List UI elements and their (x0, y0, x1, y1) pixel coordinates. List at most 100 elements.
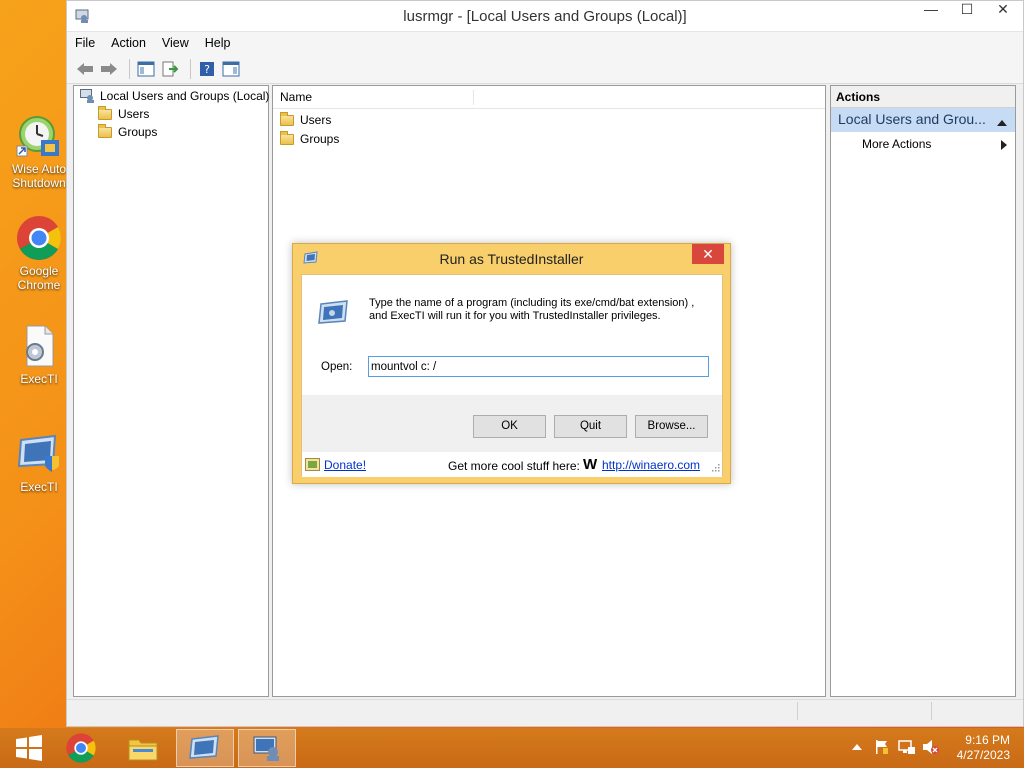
desktop-icon-label: Wise Auto (11, 162, 67, 176)
computer-management-icon (80, 89, 95, 103)
column-divider[interactable] (473, 90, 474, 105)
dialog-title: Run as TrustedInstaller (439, 251, 584, 267)
taskbar-lusrmgr-button[interactable] (238, 729, 296, 767)
donate-link[interactable]: Donate! (324, 458, 366, 472)
run-as-trustedinstaller-dialog: Run as TrustedInstaller ✕ Type the name … (292, 243, 731, 484)
dialog-description: Type the name of a program (including it… (369, 297, 709, 323)
dialog-body: Type the name of a program (including it… (301, 274, 723, 477)
dialog-button-area: OK Quit Browse... (302, 395, 722, 452)
volume-muted-icon[interactable] (922, 739, 940, 758)
chrome-icon (15, 214, 63, 262)
clock-time: 9:16 PM (965, 733, 1010, 747)
execti-run-icon (318, 299, 350, 330)
taskbar: 9:16 PM 4/27/2023 (0, 728, 1024, 768)
chrome-icon (66, 733, 96, 763)
computer-management-icon (253, 736, 279, 761)
forward-arrow-icon (101, 62, 117, 75)
show-hide-console-tree-button[interactable] (136, 59, 156, 79)
desktop-icon-wise-auto-shutdown[interactable]: Wise Auto Shutdown (6, 112, 72, 190)
more-actions-label: More Actions (862, 137, 932, 151)
taskbar-execti-button[interactable] (176, 729, 234, 767)
desktop-icon-label: Chrome (17, 278, 61, 292)
action-center-flag-icon[interactable] (874, 739, 890, 758)
taskbar-file-explorer-button[interactable] (114, 729, 172, 767)
quit-button[interactable]: Quit (554, 415, 627, 438)
actions-header: Actions (831, 86, 1015, 108)
clock-shutdown-icon (15, 112, 63, 160)
windows-logo-icon (16, 735, 42, 761)
tree-item-root[interactable]: Local Users and Groups (Local) (74, 87, 270, 105)
back-button[interactable] (75, 59, 95, 79)
tree-item-label: Users (118, 107, 150, 121)
desktop-icon-label: ExecTI (20, 372, 58, 386)
start-button[interactable] (0, 729, 58, 767)
open-command-input[interactable] (368, 356, 709, 377)
resize-grip-icon[interactable] (710, 461, 720, 475)
desktop-icon-google-chrome[interactable]: Google Chrome (6, 214, 72, 292)
dialog-description-line: Type the name of a program (including it… (369, 297, 695, 309)
list-item-label: Groups (300, 132, 340, 146)
title-bar: lusrmgr - [Local Users and Groups (Local… (67, 1, 1023, 32)
folder-icon (98, 105, 112, 120)
open-label: Open: (321, 361, 353, 373)
toolbar: ? (67, 54, 1023, 84)
dialog-description-line: and ExecTI will run it for you with Trus… (369, 310, 661, 322)
file-explorer-icon (128, 739, 158, 761)
winaero-logo: W (583, 456, 598, 473)
show-hidden-icons-button[interactable] (852, 740, 862, 754)
tree-item-users[interactable]: Users (74, 105, 268, 123)
minimize-button[interactable]: — (913, 1, 949, 23)
tree-item-label: Local Users and Groups (Local) (100, 89, 270, 103)
folder-icon (280, 130, 294, 145)
console-tree-icon (137, 61, 155, 76)
collapse-up-icon[interactable] (997, 114, 1007, 130)
menu-file[interactable]: File (75, 36, 95, 50)
more-actions-item[interactable]: More Actions (831, 132, 1015, 154)
execti-icon (189, 735, 219, 759)
forward-button[interactable] (99, 59, 119, 79)
help-icon: ? (200, 61, 214, 76)
status-bar (67, 699, 1023, 721)
export-list-button[interactable] (160, 59, 180, 79)
list-item-users[interactable]: Users (273, 111, 825, 129)
actions-pane: Actions Local Users and Grou... More Act… (830, 85, 1016, 697)
menu-action[interactable]: Action (111, 36, 146, 50)
desktop-icon-execti-file[interactable]: ExecTI (6, 322, 72, 386)
console-tree-pane: Local Users and Groups (Local) Users Gro… (73, 85, 269, 697)
toolbar-separator (190, 58, 191, 79)
donate-icon (305, 458, 320, 474)
desktop-icon-execti-app[interactable]: ExecTI (6, 430, 72, 494)
submenu-arrow-icon (1001, 139, 1007, 153)
actions-section-label: Local Users and Grou... (838, 111, 986, 127)
taskbar-chrome-button[interactable] (52, 729, 110, 767)
window-title: lusrmgr - [Local Users and Groups (Local… (403, 8, 687, 25)
winaero-link[interactable]: http://winaero.com (602, 458, 700, 472)
actions-section-header[interactable]: Local Users and Grou... (831, 108, 1015, 132)
maximize-button[interactable]: ☐ (949, 1, 985, 23)
list-item-label: Users (300, 113, 332, 127)
network-icon[interactable] (898, 739, 916, 758)
show-hide-action-pane-button[interactable] (221, 59, 241, 79)
browse-button[interactable]: Browse... (635, 415, 708, 438)
execti-shield-icon (15, 430, 63, 478)
menu-help[interactable]: Help (205, 36, 231, 50)
toolbar-separator (129, 58, 130, 79)
desktop-icon-label: Google (19, 264, 59, 278)
chevron-up-icon (852, 744, 862, 750)
export-list-icon (162, 61, 179, 76)
taskbar-clock[interactable]: 9:16 PM 4/27/2023 (957, 733, 1010, 763)
close-button[interactable]: ✕ (985, 1, 1021, 23)
list-item-groups[interactable]: Groups (273, 130, 825, 148)
column-header-name[interactable]: Name (280, 90, 312, 104)
dialog-close-button[interactable]: ✕ (692, 244, 724, 264)
help-button[interactable]: ? (197, 59, 217, 79)
back-arrow-icon (77, 62, 93, 75)
dialog-footer: Donate! Get more cool stuff here: W http… (302, 453, 722, 477)
folder-icon (98, 123, 112, 138)
menu-view[interactable]: View (162, 36, 189, 50)
desktop-icon-label: ExecTI (20, 480, 58, 494)
ok-button[interactable]: OK (473, 415, 546, 438)
tree-item-groups[interactable]: Groups (74, 123, 268, 141)
menu-bar: File Action View Help (67, 32, 1023, 54)
desktop-icon-label: Shutdown (12, 176, 66, 190)
